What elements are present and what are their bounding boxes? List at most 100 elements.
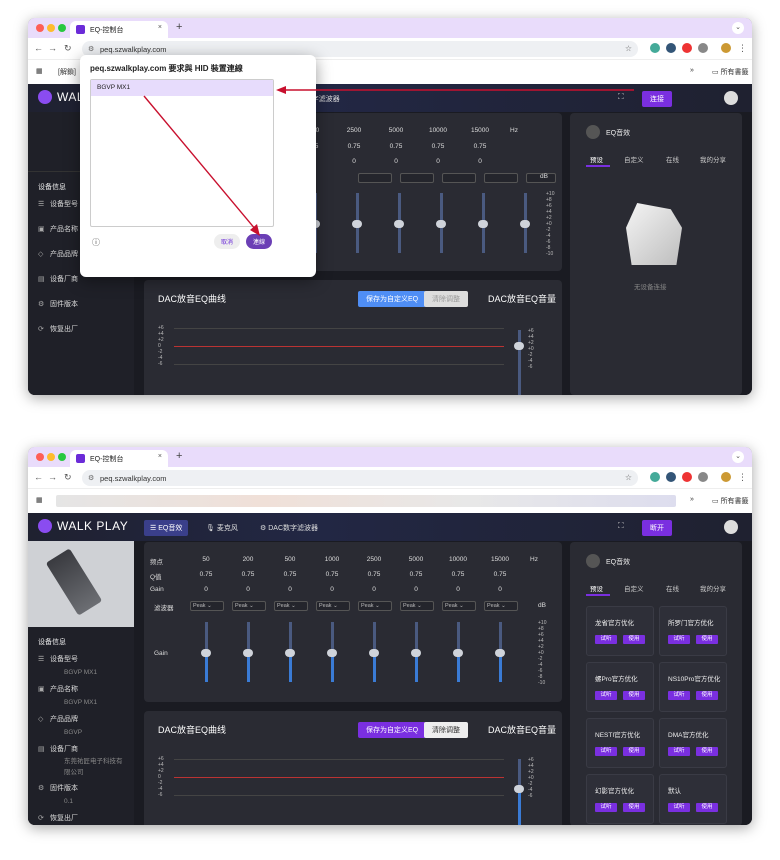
gain-value[interactable]: 0 (440, 586, 476, 593)
q-value[interactable]: 0.75 (356, 571, 392, 578)
try-button[interactable]: 试听 (668, 635, 690, 644)
tab-mic[interactable]: 🎙 麦克风 (200, 520, 244, 536)
gain-slider[interactable] (243, 622, 253, 682)
gain-value[interactable]: 0 (398, 586, 434, 593)
q-value[interactable]: 0.75 (314, 571, 350, 578)
slider-knob[interactable] (201, 649, 211, 657)
tab-preset[interactable]: 预设 (590, 583, 603, 593)
filter-select[interactable]: Peak ⌄ (190, 601, 224, 611)
slider-knob[interactable] (453, 649, 463, 657)
filter-select[interactable]: Peak ⌄ (274, 601, 308, 611)
menu-icon[interactable]: ⋮ (738, 472, 747, 483)
preset-card[interactable]: DMA官方优化 试听 使用 (659, 718, 727, 768)
use-button[interactable]: 使用 (696, 691, 718, 700)
preset-card[interactable]: 龙省官方优化 试听 使用 (586, 606, 654, 656)
gain-slider[interactable] (495, 622, 505, 682)
extension-icon[interactable] (650, 472, 660, 482)
gain-slider[interactable] (453, 622, 463, 682)
browser-tab[interactable]: EQ-控制台 × (70, 450, 168, 467)
gain-slider[interactable] (411, 622, 421, 682)
preset-card[interactable]: 螺Pro官方优化 试听 使用 (586, 662, 654, 712)
slider-knob[interactable] (327, 649, 337, 657)
gain-value[interactable]: 0 (482, 586, 518, 593)
q-value[interactable]: 0.75 (188, 571, 224, 578)
slider-knob[interactable] (514, 785, 524, 793)
gain-value[interactable]: 0 (230, 586, 266, 593)
try-button[interactable]: 试听 (595, 747, 617, 756)
use-button[interactable]: 使用 (623, 747, 645, 756)
freq-value[interactable]: 10000 (440, 556, 476, 563)
sidebar-item-name[interactable]: ▣ 产品名称 (28, 683, 134, 696)
filter-select[interactable]: Peak ⌄ (484, 601, 518, 611)
gain-value[interactable]: 0 (188, 586, 224, 593)
sidebar-item-model[interactable]: ☰ 设备型号 (28, 653, 134, 666)
extension-icon[interactable] (666, 472, 676, 482)
gain-slider[interactable] (285, 622, 295, 682)
q-value[interactable]: 0.75 (398, 571, 434, 578)
preset-card[interactable]: NS10Pro官方优化 试听 使用 (659, 662, 727, 712)
gain-slider[interactable] (369, 622, 379, 682)
tab-dac-filter[interactable]: ⚙ DAC数字滤波器 (254, 520, 324, 536)
freq-value[interactable]: 50 (188, 556, 224, 563)
q-value[interactable]: 0.75 (482, 571, 518, 578)
slider-knob[interactable] (369, 649, 379, 657)
site-info-icon[interactable]: ⚙ (88, 474, 94, 482)
use-button[interactable]: 使用 (696, 803, 718, 812)
save-custom-eq-button[interactable]: 保存为自定义EQ (358, 722, 427, 738)
preset-card[interactable]: 幻影官方优化 试听 使用 (586, 774, 654, 824)
scan-icon[interactable]: ⛶ (618, 521, 624, 531)
use-button[interactable]: 使用 (623, 803, 645, 812)
sidebar-item-reset[interactable]: ⟳ 恢复出厂 (28, 812, 134, 825)
try-button[interactable]: 试听 (668, 691, 690, 700)
filter-select[interactable]: Peak ⌄ (232, 601, 266, 611)
puzzle-icon[interactable] (698, 472, 708, 482)
use-button[interactable]: 使用 (623, 635, 645, 644)
filter-select[interactable]: Peak ⌄ (358, 601, 392, 611)
filter-select[interactable]: Peak ⌄ (442, 601, 476, 611)
slider-knob[interactable] (243, 649, 253, 657)
minimize-window-icon[interactable] (47, 453, 55, 461)
tab-online[interactable]: 在线 (666, 583, 679, 593)
freq-value[interactable]: 200 (230, 556, 266, 563)
back-icon[interactable]: ← (34, 472, 43, 482)
close-window-icon[interactable] (36, 453, 44, 461)
try-button[interactable]: 试听 (668, 747, 690, 756)
new-tab-icon[interactable]: + (176, 450, 182, 462)
avatar[interactable] (724, 520, 738, 534)
use-button[interactable]: 使用 (623, 691, 645, 700)
use-button[interactable]: 使用 (696, 635, 718, 644)
freq-value[interactable]: 500 (272, 556, 308, 563)
gain-slider[interactable] (201, 622, 211, 682)
maximize-window-icon[interactable] (58, 453, 66, 461)
slider-knob[interactable] (495, 649, 505, 657)
gain-value[interactable]: 0 (314, 586, 350, 593)
address-bar[interactable]: ⚙ peq.szwalkplay.com ☆ (82, 470, 638, 486)
all-bookmarks[interactable]: ▭ 所有書籤 (712, 496, 749, 506)
use-button[interactable]: 使用 (696, 747, 718, 756)
preset-card[interactable]: NESTI官方优化 试听 使用 (586, 718, 654, 768)
preset-card[interactable]: 默认 试听 使用 (659, 774, 727, 824)
sidebar-item-brand[interactable]: ◇ 产品品牌 (28, 713, 134, 726)
freq-value[interactable]: 15000 (482, 556, 518, 563)
tab-eq[interactable]: ☰ EQ音效 (144, 520, 189, 536)
volume-slider[interactable] (514, 759, 524, 825)
slider-knob[interactable] (285, 649, 295, 657)
reload-icon[interactable]: ↻ (64, 472, 72, 483)
try-button[interactable]: 试听 (595, 691, 617, 700)
try-button[interactable]: 试听 (595, 803, 617, 812)
gain-value[interactable]: 0 (272, 586, 308, 593)
overflow-icon[interactable]: » (690, 496, 694, 503)
sidebar-item-firmware[interactable]: ⚙ 固件版本 (28, 782, 134, 795)
preset-card[interactable]: 所罗门官方优化 试听 使用 (659, 606, 727, 656)
q-value[interactable]: 0.75 (230, 571, 266, 578)
freq-value[interactable]: 1000 (314, 556, 350, 563)
slider-knob[interactable] (411, 649, 421, 657)
gain-slider[interactable] (327, 622, 337, 682)
tab-search-icon[interactable]: ⌄ (732, 451, 744, 463)
freq-value[interactable]: 2500 (356, 556, 392, 563)
filter-select[interactable]: Peak ⌄ (400, 601, 434, 611)
q-value[interactable]: 0.75 (272, 571, 308, 578)
close-tab-icon[interactable]: × (158, 453, 162, 460)
forward-icon[interactable]: → (48, 472, 57, 482)
bookmark-star-icon[interactable]: ☆ (625, 473, 632, 482)
